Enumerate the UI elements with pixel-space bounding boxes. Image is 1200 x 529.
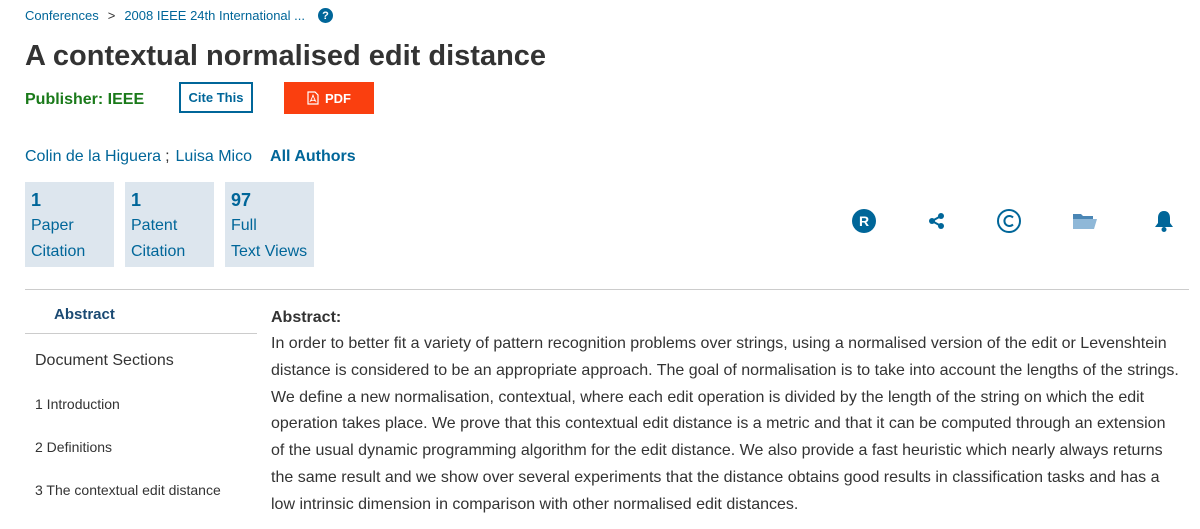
metric-value: 97: [231, 190, 252, 210]
metric-label-line2: Citation: [31, 243, 86, 260]
authors-line: Colin de la Higuera ; Luisa Mico All Aut…: [25, 148, 356, 166]
metric-full-text-views[interactable]: 97 Full Text Views: [225, 182, 314, 267]
cite-this-button[interactable]: Cite This: [179, 82, 253, 113]
sidebar-section-link[interactable]: 3 The contextual edit distance: [35, 482, 221, 498]
breadcrumb: Conferences > 2008 IEEE 24th Internation…: [25, 8, 333, 23]
breadcrumb-conference-name[interactable]: 2008 IEEE 24th International ...: [124, 8, 305, 23]
copyright-icon[interactable]: [995, 207, 1023, 235]
publisher-label: Publisher: IEEE: [25, 91, 145, 108]
metric-value: 1: [31, 190, 42, 210]
svg-text:R: R: [859, 213, 869, 229]
metric-paper-citation[interactable]: 1 Paper Citation: [25, 182, 114, 267]
metric-patent-citation[interactable]: 1 Patent Citation: [125, 182, 214, 267]
metric-label-line2: Citation: [131, 243, 186, 260]
metric-label-line1: Full: [231, 217, 257, 234]
metric-label-line2: Text Views: [231, 243, 308, 260]
metric-label-line1: Paper: [31, 217, 74, 234]
metric-label-line1: Patent: [131, 217, 178, 234]
metric-value: 1: [131, 190, 142, 210]
page-title: A contextual normalised edit distance: [25, 40, 547, 72]
divider: [25, 289, 1189, 290]
alerts-bell-icon[interactable]: [1150, 207, 1178, 235]
abstract-heading: Abstract:: [271, 309, 342, 326]
author-separator: ;: [165, 148, 170, 165]
help-icon[interactable]: ?: [318, 8, 333, 23]
breadcrumb-conferences[interactable]: Conferences: [25, 8, 99, 23]
action-icons-bar: R: [850, 207, 1180, 235]
pdf-file-icon: [307, 91, 319, 105]
author-link[interactable]: Colin de la Higuera: [25, 148, 161, 166]
rights-permissions-icon[interactable]: R: [850, 207, 878, 235]
pdf-button[interactable]: PDF: [284, 82, 374, 114]
sidebar-section-link[interactable]: 1 Introduction: [35, 396, 120, 412]
document-sections-heading: Document Sections: [35, 352, 174, 369]
breadcrumb-separator: >: [107, 8, 116, 23]
sidebar-divider: [25, 333, 257, 334]
abstract-text: In order to better fit a variety of patt…: [271, 335, 1179, 513]
sidebar-section-link[interactable]: 2 Definitions: [35, 439, 112, 455]
all-authors-link[interactable]: All Authors: [270, 148, 356, 166]
author-link[interactable]: Luisa Mico: [176, 148, 252, 166]
folder-icon[interactable]: [1070, 207, 1100, 235]
pdf-button-label: PDF: [325, 90, 351, 106]
sidebar-abstract-link[interactable]: Abstract: [54, 306, 115, 323]
share-icon[interactable]: [923, 207, 951, 235]
